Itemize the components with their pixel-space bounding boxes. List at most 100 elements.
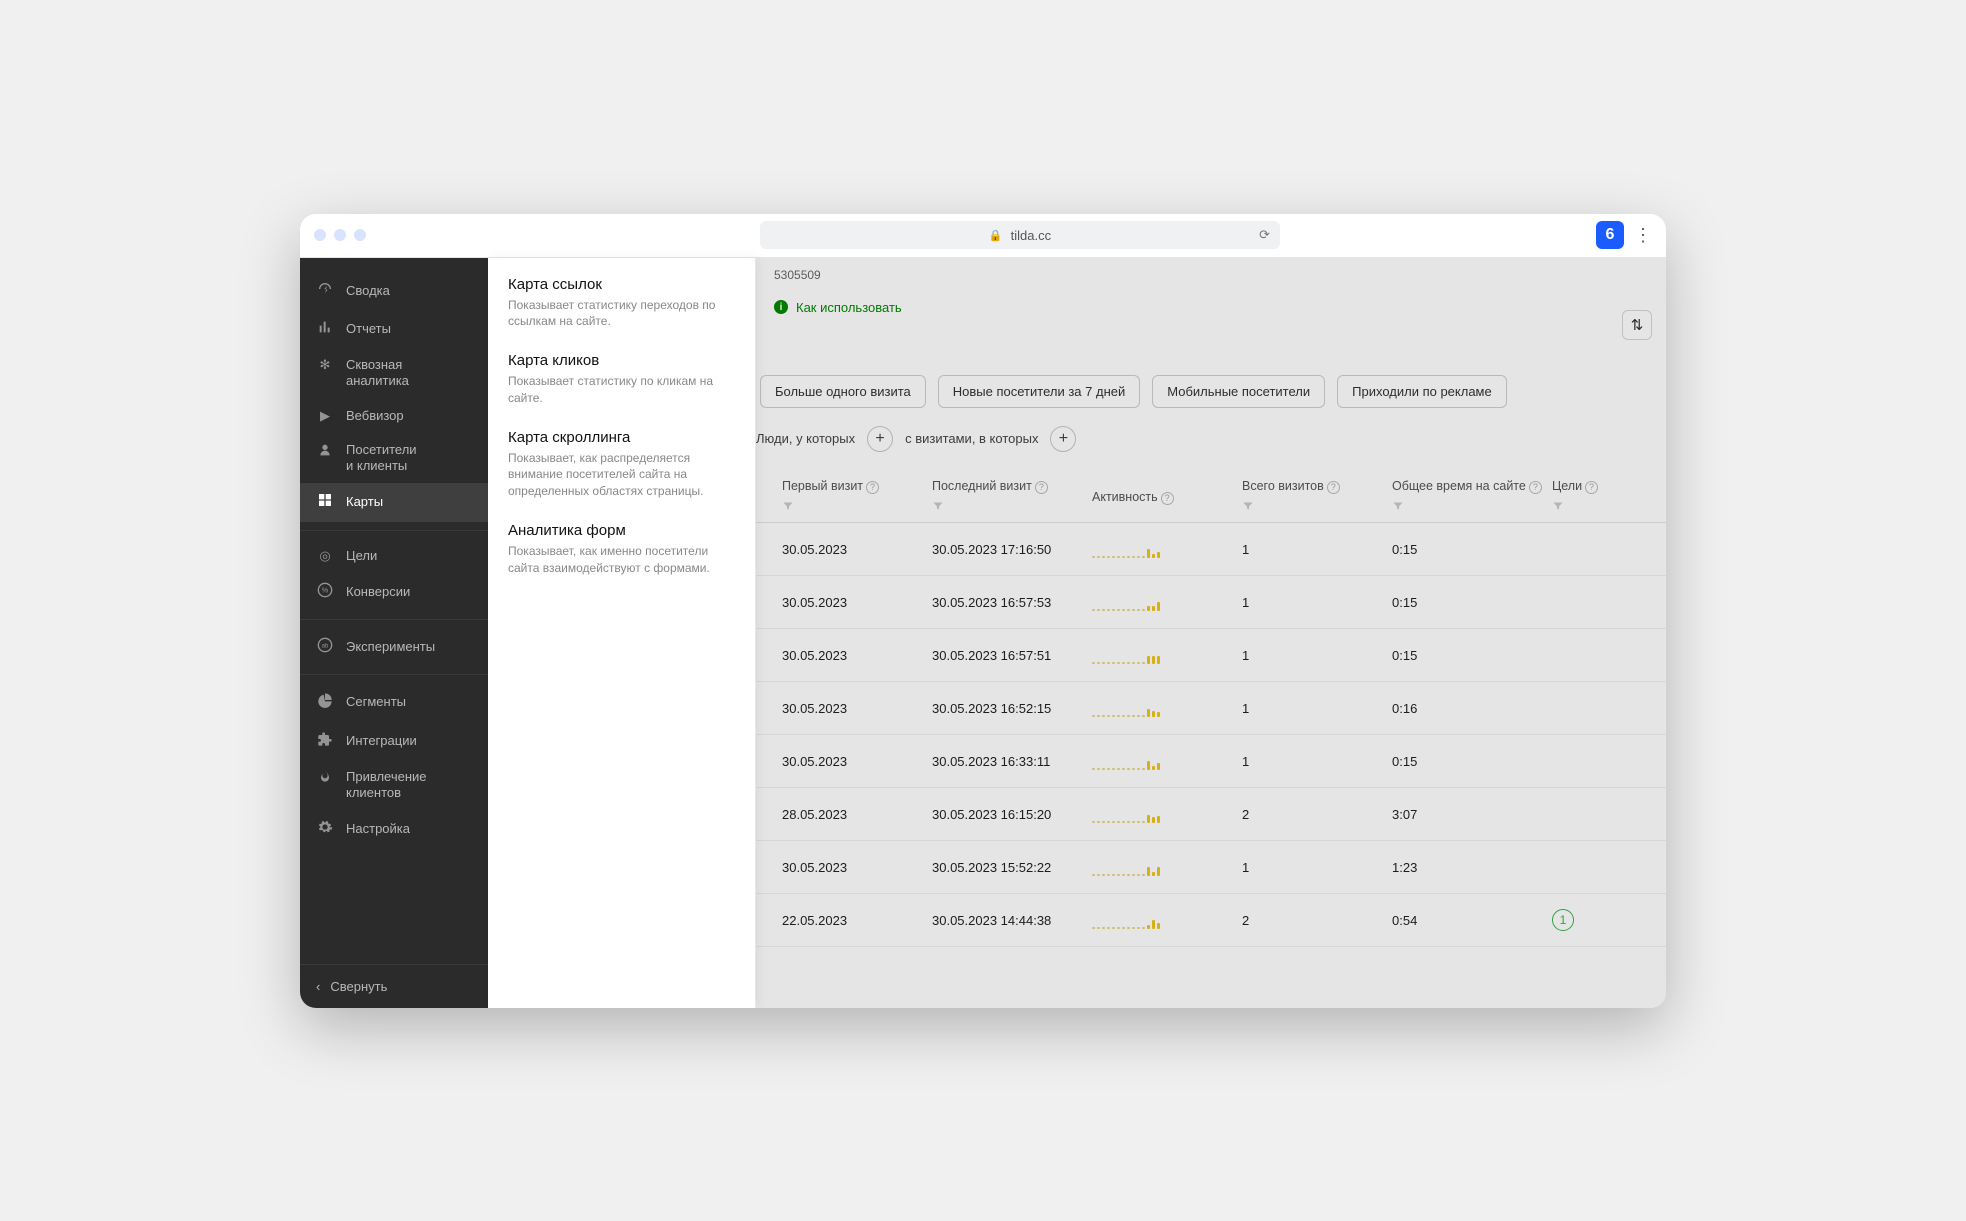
filter-icon[interactable] (1242, 500, 1254, 512)
add-condition-button[interactable]: + (1050, 426, 1076, 452)
cell-first-visit: 30.05.2023 (782, 754, 932, 769)
zoom-dot-icon[interactable] (354, 229, 366, 241)
svg-text:ab: ab (322, 644, 329, 650)
compare-icon: ⇅ (1631, 316, 1644, 334)
filter-chip[interactable]: Мобильные посетители (1152, 375, 1325, 408)
cell-visits: 2 (1242, 913, 1392, 928)
table-row[interactable]: 30.05.202330.05.2023 15:52:2211:23 (756, 841, 1666, 894)
goal-badge[interactable]: 1 (1552, 909, 1574, 931)
browser-menu-icon[interactable]: ⋮ (1634, 226, 1652, 244)
table-row[interactable]: 30.05.202330.05.2023 16:57:5110:15 (756, 629, 1666, 682)
quick-filters: Больше одного визита Новые посетители за… (756, 315, 1666, 420)
sidebar-item-visitors[interactable]: Посетители и клиенты (300, 433, 488, 484)
cell-first-visit: 30.05.2023 (782, 701, 932, 716)
counter-fragment: 5305509 (756, 258, 1666, 282)
sidebar-item-maps[interactable]: Карты (300, 483, 488, 521)
sidebar-item-integrations[interactable]: Интеграции (300, 722, 488, 760)
filter-icon[interactable] (932, 500, 944, 512)
puzzle-icon (316, 731, 334, 751)
sidebar-item-settings[interactable]: Настройка (300, 810, 488, 848)
sidebar-item-label: Сводка (346, 283, 390, 299)
filter-chip[interactable]: Приходили по рекламе (1337, 375, 1507, 408)
table-row[interactable]: 30.05.202330.05.2023 16:52:1510:16 (756, 682, 1666, 735)
cell-time: 0:15 (1392, 542, 1552, 557)
filter-chip[interactable]: Новые посетители за 7 дней (938, 375, 1140, 408)
table-row[interactable]: 28.05.202330.05.2023 16:15:2023:07 (756, 788, 1666, 841)
flame-icon (316, 769, 334, 789)
sidebar-item-webvisor[interactable]: ▶ Вебвизор (300, 399, 488, 433)
bars-icon (316, 319, 334, 339)
flyout-desc: Показывает статистику по кликам на сайте… (508, 373, 735, 407)
sidebar-item-goals[interactable]: ◎ Цели (300, 539, 488, 573)
url-text: tilda.cc (1011, 228, 1051, 243)
cell-time: 0:16 (1392, 701, 1552, 716)
col-first-visit[interactable]: Первый визит? (782, 478, 932, 517)
sidebar-collapse[interactable]: ‹ Свернуть (300, 964, 488, 1008)
sidebar-item-experiments[interactable]: ab Эксперименты (300, 628, 488, 666)
table-row[interactable]: 30.05.202330.05.2023 16:33:1110:15 (756, 735, 1666, 788)
filter-chip[interactable]: Больше одного визита (760, 375, 926, 408)
flyout-title: Карта ссылок (508, 276, 735, 293)
sidebar-item-segments[interactable]: Сегменты (300, 683, 488, 721)
cell-visits: 1 (1242, 754, 1392, 769)
sidebar-item-summary[interactable]: Сводка (300, 272, 488, 310)
cell-time: 0:15 (1392, 754, 1552, 769)
extension-badge[interactable]: 6 (1596, 221, 1624, 249)
close-dot-icon[interactable] (314, 229, 326, 241)
person-icon (316, 442, 334, 462)
visitors-table: Первый визит? Последний визит? Активност… (756, 468, 1666, 948)
pie-icon (316, 692, 334, 712)
cell-activity (1092, 646, 1242, 664)
compare-button[interactable]: ⇅ (1622, 310, 1652, 340)
sidebar-item-attraction[interactable]: Привлечение клиентов (300, 760, 488, 811)
gear-icon (316, 819, 334, 839)
cell-first-visit: 28.05.2023 (782, 807, 932, 822)
window-controls[interactable] (314, 229, 366, 241)
col-visits[interactable]: Всего визитов? (1242, 478, 1392, 517)
flyout-desc: Показывает, как именно посетители сайта … (508, 543, 735, 577)
col-activity[interactable]: Активность? (1092, 489, 1242, 505)
sidebar-item-label: Интеграции (346, 733, 417, 749)
reload-icon[interactable]: ⟳ (1259, 227, 1270, 243)
sidebar-item-label: Цели (346, 548, 377, 564)
flyout-click-map[interactable]: Карта кликов Показывает статистику по кл… (508, 352, 735, 407)
table-row[interactable]: 22.05.202330.05.2023 14:44:3820:541 (756, 894, 1666, 947)
col-goals[interactable]: Цели? (1552, 478, 1666, 517)
cell-first-visit: 30.05.2023 (782, 595, 932, 610)
flyout-scroll-map[interactable]: Карта скроллинга Показывает, как распред… (508, 429, 735, 500)
hint-row[interactable]: i Как использовать (756, 282, 1666, 315)
sidebar-item-reports[interactable]: Отчеты (300, 310, 488, 348)
url-bar[interactable]: 🔒 tilda.cc ⟳ (760, 221, 1280, 249)
flyout-desc: Показывает, как распределяется внимание … (508, 450, 735, 500)
table-row[interactable]: 30.05.202330.05.2023 17:16:5010:15 (756, 523, 1666, 576)
filter-icon[interactable] (782, 500, 794, 512)
flyout-title: Карта кликов (508, 352, 735, 369)
ext-label: 6 (1606, 226, 1615, 244)
cell-last-visit: 30.05.2023 16:52:15 (932, 701, 1092, 716)
sidebar-item-label: Привлечение клиентов (346, 769, 427, 802)
sidebar-item-conversions[interactable]: % Конверсии (300, 573, 488, 611)
grid-icon (316, 492, 334, 512)
col-total-time[interactable]: Общее время на сайте? (1392, 478, 1552, 517)
filter-icon[interactable] (1552, 500, 1564, 512)
add-condition-button[interactable]: + (867, 426, 893, 452)
cell-time: 1:23 (1392, 860, 1552, 875)
col-last-visit[interactable]: Последний визит? (932, 478, 1092, 517)
filter-icon[interactable] (1392, 500, 1404, 512)
sidebar-item-endtoend[interactable]: ✻ Сквозная аналитика (300, 348, 488, 399)
sidebar-item-label: Вебвизор (346, 408, 404, 424)
flyout-form-analytics[interactable]: Аналитика форм Показывает, как именно по… (508, 522, 735, 577)
sidebar-separator (300, 674, 488, 675)
target-icon: ◎ (316, 548, 334, 564)
activity-spark-icon (1092, 593, 1242, 611)
sidebar-item-label: Эксперименты (346, 639, 435, 655)
activity-spark-icon (1092, 858, 1242, 876)
flyout-link-map[interactable]: Карта ссылок Показывает статистику перех… (508, 276, 735, 331)
table-row[interactable]: 30.05.202330.05.2023 16:57:5310:15 (756, 576, 1666, 629)
minimize-dot-icon[interactable] (334, 229, 346, 241)
cell-last-visit: 30.05.2023 15:52:22 (932, 860, 1092, 875)
cell-visits: 2 (1242, 807, 1392, 822)
segment-builder: Люди, у которых + с визитами, в которых … (756, 420, 1666, 468)
flyout-title: Аналитика форм (508, 522, 735, 539)
sidebar-item-label: Отчеты (346, 321, 391, 337)
